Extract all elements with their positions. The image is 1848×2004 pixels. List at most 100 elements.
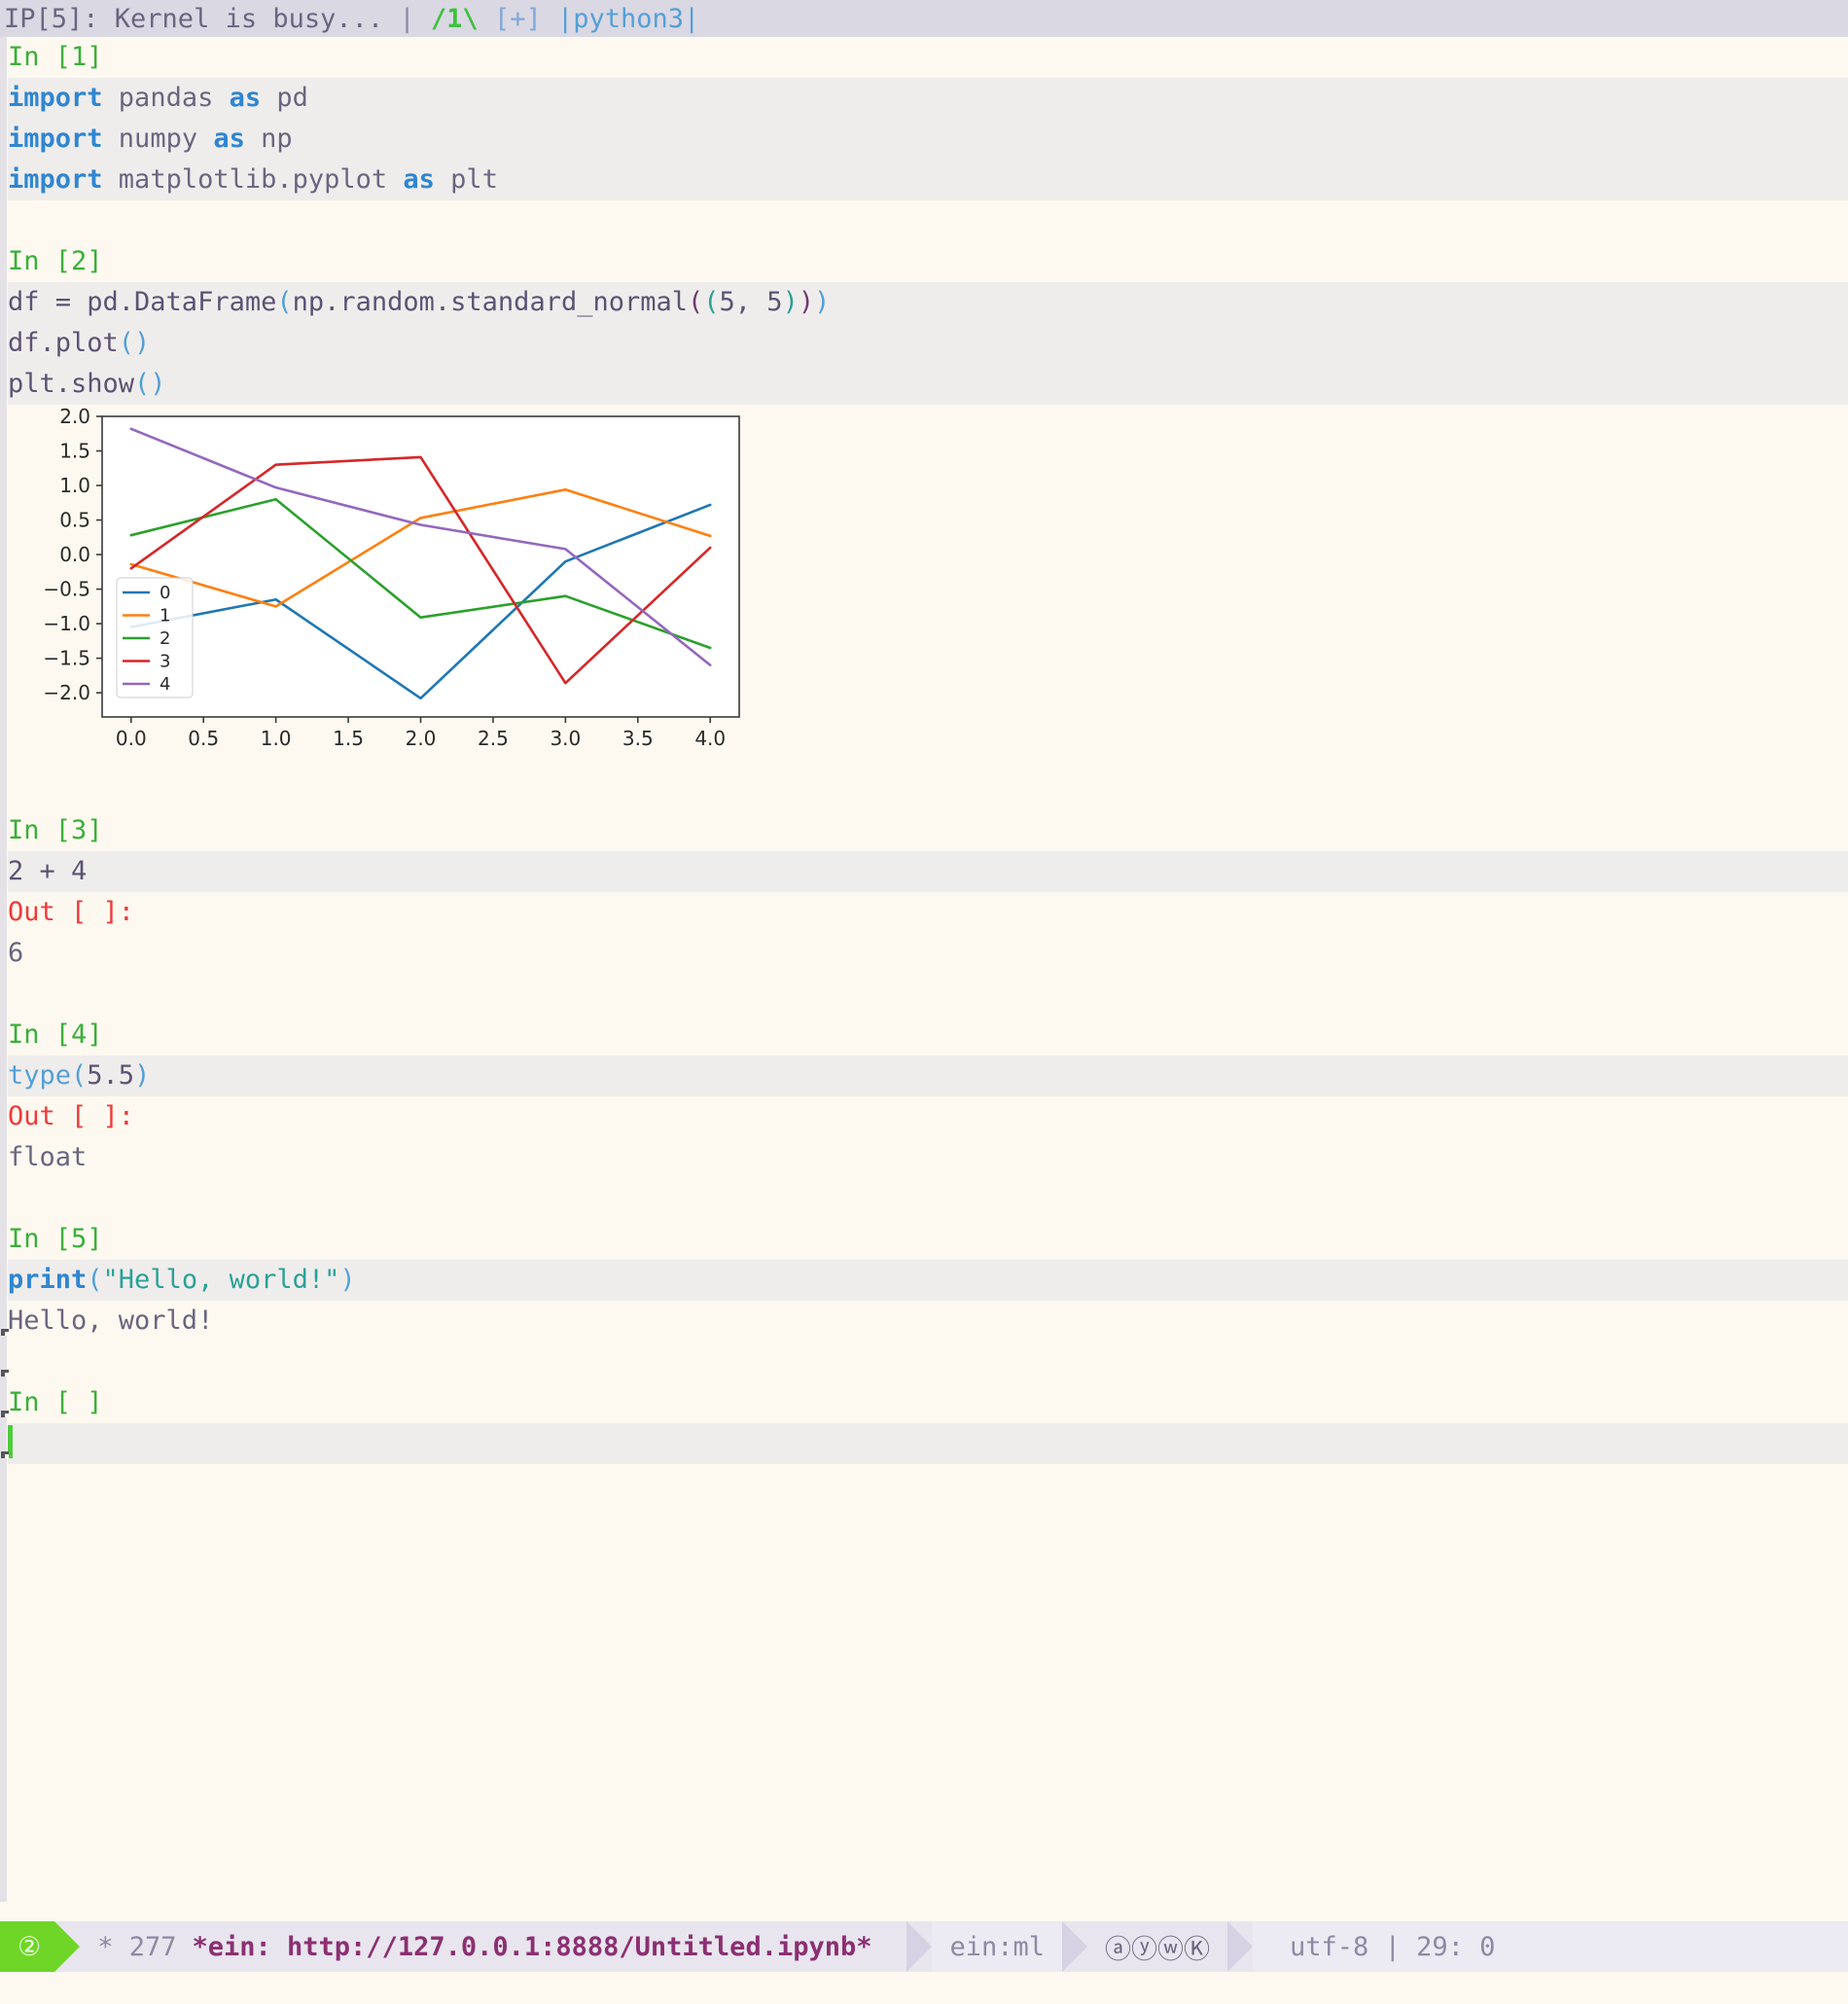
notebook-buffer[interactable]: In [1] import pandas as pd import numpy as… — [0, 37, 1848, 1902]
code-token: 5.5 — [87, 1060, 135, 1091]
minor-modes-segment: ⓐⓨⓦⓀ — [1087, 1921, 1227, 1972]
code-token: ) — [134, 1060, 151, 1091]
cell-prompt-in: In [ ] — [8, 1387, 103, 1417]
code-line[interactable]: df = pd.DataFrame(np.random.standard_nor… — [8, 282, 1848, 323]
x-axis-tick-label: 1.0 — [261, 727, 292, 750]
legend-label-4: 4 — [160, 674, 170, 695]
x-axis-tick-label: 1.5 — [333, 727, 364, 750]
code-token: df.plot — [8, 328, 119, 358]
x-axis-tick-label: 2.0 — [406, 727, 437, 750]
code-token: ( — [703, 287, 720, 317]
code-token: numpy — [102, 124, 214, 154]
code-token: import — [8, 164, 103, 195]
cell-output-text: 6 — [8, 938, 24, 968]
y-axis-tick-label: 0.0 — [59, 543, 90, 566]
x-axis-tick-label: 3.0 — [550, 727, 581, 750]
major-mode-label: ein:ml — [949, 1931, 1046, 1962]
code-line[interactable]: type(5.5) — [8, 1056, 1848, 1096]
window-number-badge: ② — [0, 1921, 55, 1972]
powerline-arrow-1 — [906, 1921, 933, 1972]
line-chart: 2.0 1.5 1.0 0.5 0.0 −0.5 −1.0 −1.5 −2.0 0.0 0.5 1.0… — [8, 405, 747, 769]
continuation-marker-3 — [1, 1411, 9, 1417]
code-token: df = pd.DataFrame — [8, 287, 277, 317]
x-axis-tick-label: 4.0 — [694, 727, 726, 750]
cell-spacer — [8, 1342, 1848, 1382]
code-token: pd — [261, 83, 308, 113]
code-line[interactable] — [8, 1423, 1848, 1464]
window-number-circle: ② — [18, 1931, 42, 1962]
cell-output-text: Hello, world! — [8, 1306, 214, 1336]
code-line[interactable]: plt.show() — [8, 364, 1848, 405]
code-token: ) — [798, 287, 815, 317]
cell-prompt-in: In [5] — [8, 1224, 103, 1254]
cell-prompt-out: Out [ ]: — [8, 897, 135, 927]
plus-indicator: [+] — [493, 3, 542, 34]
y-axis-tick-label: −1.0 — [43, 612, 90, 635]
mode-line: ② * 277 *ein: http://127.0.0.1:8888/Unti… — [0, 1921, 1848, 1972]
code-token: as — [213, 124, 245, 154]
code-line[interactable]: import numpy as np — [8, 119, 1848, 160]
code-token: ) — [782, 287, 799, 317]
y-axis-tick-label: −1.5 — [43, 647, 90, 670]
header-separator: | — [383, 3, 431, 34]
code-token: type — [8, 1060, 72, 1091]
x-axis-tick-label: 2.5 — [478, 727, 509, 750]
minor-modes-label: ⓐⓨⓦⓀ — [1105, 1934, 1211, 1965]
y-axis-tick-label: 0.5 — [59, 509, 90, 532]
cells-container: In [1] import pandas as pd import numpy as… — [8, 37, 1848, 1464]
legend-label-1: 1 — [160, 606, 170, 626]
code-token: () — [118, 328, 151, 358]
code-token: plt — [434, 164, 498, 195]
code-token: as — [403, 164, 435, 195]
x-axis-tick-label: 0.0 — [116, 727, 147, 750]
cell-prompt-out: Out [ ]: — [8, 1101, 135, 1131]
kernel-status-text: IP[5]: Kernel is busy... — [4, 3, 384, 34]
matplotlib-output-figure: 2.0 1.5 1.0 0.5 0.0 −0.5 −1.0 −1.5 −2.0 0.0 0.5 1.0… — [8, 405, 747, 769]
powerline-arrow-3 — [1227, 1921, 1254, 1972]
code-token: print — [8, 1265, 88, 1295]
cell-prompt-in: In [1] — [8, 42, 103, 72]
x-axis-tick-label: 0.5 — [188, 727, 219, 750]
axes-frame — [101, 415, 740, 718]
powerline-arrow-green — [54, 1921, 81, 1972]
buffer-name: *ein: http://127.0.0.1:8888/Untitled.ipy… — [192, 1931, 872, 1962]
code-token: ) — [814, 287, 831, 317]
cell-prompt-in: In [4] — [8, 1020, 103, 1050]
code-line[interactable]: print("Hello, world!") — [8, 1260, 1848, 1301]
code-token: np — [244, 124, 293, 154]
line-info: * 277 — [97, 1931, 177, 1962]
legend-label-2: 2 — [160, 628, 170, 649]
code-line[interactable]: import matplotlib.pyplot as plt — [8, 160, 1848, 200]
y-axis-tick-label: −2.0 — [43, 681, 90, 704]
code-token: ( — [87, 1265, 103, 1295]
code-token: () — [134, 369, 166, 399]
code-token: import — [8, 83, 103, 113]
modified-indicator: /1\ — [430, 3, 479, 34]
code-token: ( — [276, 287, 293, 317]
continuation-marker-2 — [1, 1370, 9, 1377]
cell-spacer — [8, 200, 1848, 241]
header-line: IP[5]: Kernel is busy... | /1\ [+] |pyth… — [0, 0, 1848, 37]
code-token: ( — [71, 1060, 88, 1091]
y-axis-tick-label: 2.0 — [59, 405, 90, 428]
header-space-1 — [479, 4, 494, 34]
header-space-2 — [542, 4, 557, 34]
powerline-arrow-2 — [1062, 1921, 1088, 1972]
code-token: 5, 5 — [719, 287, 783, 317]
code-line[interactable]: import pandas as pd — [8, 78, 1848, 119]
y-axis-tick-label: 1.5 — [59, 440, 90, 463]
legend-label-0: 0 — [160, 583, 170, 603]
code-token: matplotlib.pyplot — [102, 164, 404, 195]
code-line[interactable]: 2 + 4 — [8, 851, 1848, 892]
cell-spacer — [8, 1178, 1848, 1219]
code-token: import — [8, 124, 103, 154]
code-line[interactable]: df.plot() — [8, 323, 1848, 364]
code-token: np.random.standard_normal — [292, 287, 688, 317]
code-token: pandas — [102, 83, 230, 113]
code-token: as — [229, 83, 262, 113]
coding-segment: utf-8 | 29: 0 — [1253, 1921, 1848, 1972]
coding-system-label: utf-8 | 29: 0 — [1290, 1931, 1496, 1962]
echo-area — [0, 1972, 1848, 2004]
left-fringe — [0, 37, 7, 1902]
code-token: ( — [688, 287, 704, 317]
